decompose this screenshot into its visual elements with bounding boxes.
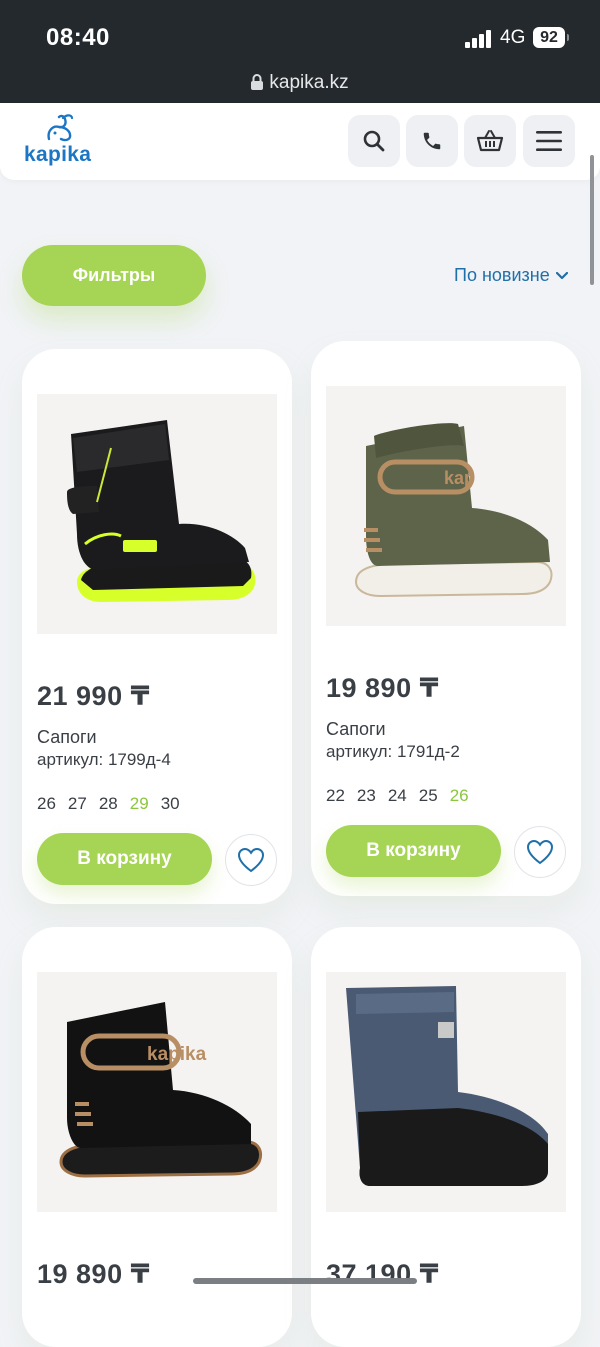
search-button[interactable] (348, 115, 400, 167)
add-to-cart-button[interactable]: В корзину (326, 825, 501, 877)
favorite-button[interactable] (225, 834, 277, 886)
battery-indicator: 92 (533, 27, 569, 48)
phone-button[interactable] (406, 115, 458, 167)
filters-button[interactable]: Фильтры (22, 245, 206, 306)
product-price: 37 190 ₸ (326, 1259, 439, 1289)
product-image[interactable]: kap (326, 386, 566, 626)
size-option[interactable]: 27 (68, 794, 87, 814)
menu-icon (536, 131, 562, 151)
boot-image-khaki: kap (354, 423, 553, 598)
sort-label: По новизне (454, 265, 550, 285)
network-type: 4G (500, 27, 526, 48)
size-option[interactable]: 23 (357, 786, 376, 806)
status-bar: 08:40 4G 92 kapika.kz (0, 0, 600, 103)
product-card[interactable]: kap 19 890 ₸ Сапоги артикул: 1791д-2 22 … (311, 341, 581, 896)
size-option[interactable]: 30 (161, 794, 180, 814)
product-card[interactable]: kapika 19 890 ₸ (22, 927, 292, 1347)
size-option[interactable]: 26 (37, 794, 56, 814)
product-sku: артикул: 1799д-4 (37, 750, 171, 769)
product-price: 19 890 ₸ (326, 673, 439, 703)
heart-icon (526, 839, 554, 865)
logo-text: kapika (24, 143, 92, 166)
signal-icon (465, 30, 491, 48)
url-text: kapika.kz (269, 72, 349, 93)
page-scrollbar[interactable] (590, 155, 594, 285)
basket-icon (476, 130, 504, 152)
product-image[interactable]: kapika (37, 972, 277, 1212)
product-card[interactable]: 37 190 ₸ (311, 927, 581, 1347)
site-header: kapika (0, 103, 600, 180)
lock-icon (251, 74, 264, 90)
heart-icon (237, 847, 265, 873)
product-image[interactable] (37, 394, 277, 634)
product-name[interactable]: Сапоги (326, 719, 386, 740)
phone-icon (423, 132, 441, 150)
menu-button[interactable] (523, 115, 575, 167)
size-list: 22 23 24 25 26 (326, 786, 469, 806)
size-option[interactable]: 24 (388, 786, 407, 806)
boot-image-navy-tall (346, 986, 548, 1186)
size-option[interactable]: 25 (419, 786, 438, 806)
size-option[interactable]: 22 (326, 786, 345, 806)
svg-text:kap: kap (444, 468, 475, 488)
boot-image-black-tan: kapika (59, 1002, 262, 1178)
product-card[interactable]: 21 990 ₸ Сапоги артикул: 1799д-4 26 27 2… (22, 349, 292, 904)
size-option[interactable]: 28 (99, 794, 118, 814)
size-option-active[interactable]: 29 (130, 794, 149, 814)
size-list: 26 27 28 29 30 (37, 794, 180, 814)
product-name[interactable]: Сапоги (37, 727, 97, 748)
rabbit-logo-icon (47, 114, 74, 142)
search-icon (363, 130, 385, 152)
size-option-active[interactable]: 26 (450, 786, 469, 806)
clock: 08:40 (46, 24, 110, 51)
add-to-cart-button[interactable]: В корзину (37, 833, 212, 885)
address-bar[interactable]: kapika.kz (0, 72, 600, 94)
product-sku: артикул: 1791д-2 (326, 742, 460, 761)
svg-text:kapika: kapika (147, 1044, 207, 1065)
boot-image-black-lime (67, 420, 256, 602)
basket-button[interactable] (464, 115, 516, 167)
kapika-logo[interactable]: kapika (24, 113, 92, 169)
sort-dropdown[interactable]: По новизне (454, 265, 568, 286)
favorite-button[interactable] (514, 826, 566, 878)
product-image[interactable] (326, 972, 566, 1212)
home-indicator[interactable] (193, 1278, 417, 1284)
product-price: 21 990 ₸ (37, 681, 150, 711)
chevron-down-icon (555, 271, 568, 279)
product-price: 19 890 ₸ (37, 1259, 150, 1289)
